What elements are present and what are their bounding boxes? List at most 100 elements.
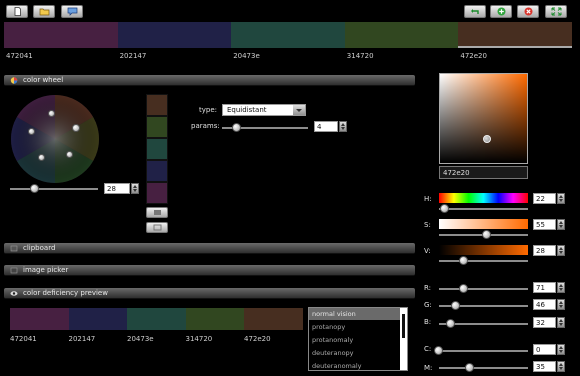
v-spinner[interactable] (557, 245, 565, 256)
image-picker-panel-header[interactable]: image picker (4, 265, 415, 276)
fullscreen-button[interactable] (545, 5, 567, 18)
deficiency-hex-label: 472041 (10, 335, 37, 343)
s-slider[interactable] (482, 230, 491, 239)
r-slider[interactable] (459, 284, 468, 293)
s-input[interactable]: 55 (533, 219, 556, 230)
params-input[interactable]: 4 (314, 121, 338, 132)
new-file-button[interactable] (6, 5, 28, 18)
b-spinner[interactable] (557, 317, 565, 328)
palette-hex-label: 20473e (233, 52, 260, 60)
add-button[interactable] (490, 5, 512, 18)
c-label: C: (424, 345, 432, 353)
brightness-spinner[interactable] (131, 183, 139, 194)
palette-hex-label: 202147 (119, 52, 147, 60)
wheel-marker-3[interactable] (72, 124, 80, 132)
r-spinner[interactable] (557, 282, 565, 293)
palette-swatch[interactable] (344, 22, 459, 48)
c-spinner[interactable] (557, 344, 565, 355)
c-input[interactable]: 0 (533, 344, 556, 355)
brightness-track (10, 188, 98, 190)
color-deficiency-panel-header[interactable]: color deficiency preview (4, 288, 415, 299)
b-input[interactable]: 32 (533, 317, 556, 328)
vision-list-item[interactable]: protanomaly (309, 334, 402, 346)
deficiency-swatch (68, 308, 128, 330)
wheel-marker-5[interactable] (66, 151, 73, 158)
g-input[interactable]: 46 (533, 299, 556, 310)
stack-color-cell[interactable] (146, 138, 168, 160)
image-picker-title: image picker (23, 266, 69, 274)
vision-list-item[interactable]: deuteranopy (309, 347, 402, 359)
type-select[interactable]: Equidistant (222, 104, 306, 116)
h-slider[interactable] (440, 204, 449, 213)
brightness-slider[interactable] (30, 184, 39, 193)
g-slider[interactable] (451, 301, 460, 310)
v-label: V: (424, 247, 431, 255)
stack-add-button[interactable] (146, 207, 168, 218)
s-label: S: (424, 221, 431, 229)
stack-color-cell[interactable] (146, 116, 168, 138)
list-scrollbar-thumb[interactable] (402, 314, 405, 338)
b-slider[interactable] (446, 319, 455, 328)
color-wheel-panel-header[interactable]: color wheel (4, 75, 415, 86)
palette-hex-label: 314720 (346, 52, 374, 60)
m-slider[interactable] (465, 363, 474, 372)
open-folder-button[interactable] (33, 5, 55, 18)
vision-list-item[interactable]: normal vision (309, 308, 402, 320)
s-spinner[interactable] (557, 219, 565, 230)
v-slider[interactable] (459, 256, 468, 265)
c-slider[interactable] (434, 346, 443, 355)
v-gradient-bar (439, 245, 528, 255)
palette-swatch[interactable] (458, 22, 573, 48)
m-input[interactable]: 35 (533, 361, 556, 372)
grid-icon (153, 224, 161, 231)
clipboard-title: clipboard (23, 244, 56, 252)
palette-icon (153, 210, 161, 215)
h-input[interactable]: 22 (533, 193, 556, 204)
comment-button[interactable] (61, 5, 83, 18)
add-icon (497, 7, 505, 16)
hex-input[interactable]: 472e20 (439, 166, 528, 179)
stack-color-cell[interactable] (146, 182, 168, 204)
color-deficiency-title: color deficiency preview (23, 289, 108, 297)
palette-swatch[interactable] (4, 22, 119, 48)
deficiency-hex-label: 314720 (185, 335, 213, 343)
vision-list-item[interactable]: deuteranomaly (309, 360, 402, 370)
m-track (439, 367, 528, 369)
vision-list-item[interactable]: protanopy (309, 321, 402, 333)
stack-color-cell[interactable] (146, 94, 168, 116)
image-icon (10, 267, 18, 274)
saturation-value-picker[interactable] (439, 73, 528, 164)
undo-button[interactable] (464, 5, 486, 18)
params-slider[interactable] (232, 123, 241, 132)
comment-icon (67, 7, 77, 16)
g-spinner[interactable] (557, 299, 565, 310)
h-track (439, 208, 528, 210)
palette-swatch[interactable] (231, 22, 346, 48)
v-track (439, 260, 528, 262)
stack-remove-button[interactable] (146, 222, 168, 233)
deficiency-hex-label: 202147 (68, 335, 96, 343)
deficiency-swatch (10, 308, 69, 330)
stack-color-cell[interactable] (146, 160, 168, 182)
s-gradient-bar (439, 219, 528, 229)
r-track (439, 288, 528, 290)
m-spinner[interactable] (557, 361, 565, 372)
list-scrollbar[interactable] (400, 308, 407, 370)
remove-button[interactable] (517, 5, 539, 18)
clipboard-panel-header[interactable]: clipboard (4, 243, 415, 254)
new-file-icon (14, 7, 21, 16)
wheel-marker-1[interactable] (48, 110, 55, 117)
r-input[interactable]: 71 (533, 282, 556, 293)
vision-type-list[interactable]: normal vision protanopy protanomaly deutera… (308, 307, 408, 371)
color-wheel[interactable] (10, 94, 100, 184)
v-input[interactable]: 28 (533, 245, 556, 256)
h-spinner[interactable] (557, 193, 565, 204)
type-label: type: (199, 106, 217, 114)
sv-picker-handle[interactable] (483, 135, 491, 143)
wheel-marker-4[interactable] (38, 154, 45, 161)
brightness-input[interactable]: 28 (104, 183, 130, 194)
deficiency-swatch (244, 308, 303, 330)
palette-swatch[interactable] (117, 22, 232, 48)
params-spinner[interactable] (339, 121, 347, 132)
wheel-marker-2[interactable] (28, 128, 35, 135)
